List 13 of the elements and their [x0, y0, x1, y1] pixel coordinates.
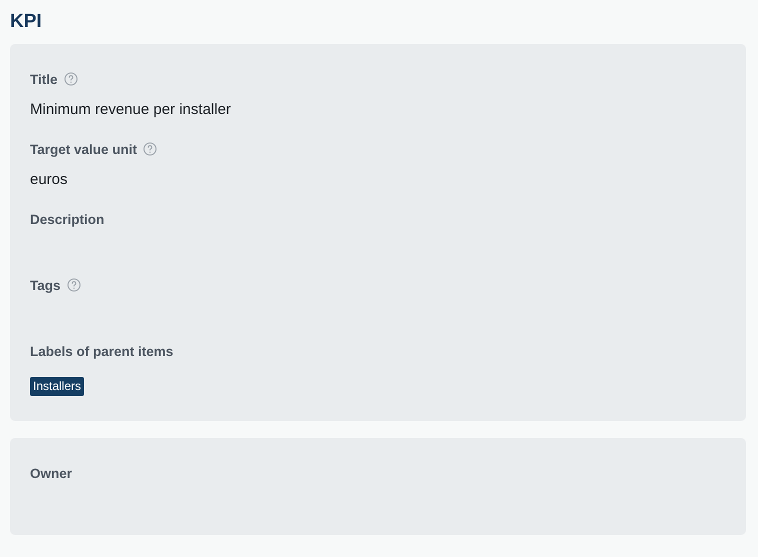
field-label: Description — [30, 212, 104, 226]
field-label: Title — [30, 72, 58, 86]
field-label: Target value unit — [30, 142, 138, 156]
field-label: Labels of parent items — [30, 344, 174, 358]
field-label: Tags — [30, 278, 61, 292]
help-icon[interactable] — [66, 278, 81, 292]
help-icon[interactable] — [64, 72, 78, 86]
help-icon[interactable] — [143, 142, 158, 156]
field-value: euros — [30, 170, 69, 190]
tag: Installers — [30, 377, 84, 396]
field-label: Owner — [30, 466, 72, 480]
field-value: Minimum revenue per installer — [30, 100, 232, 120]
page-heading: KPI — [10, 10, 43, 34]
